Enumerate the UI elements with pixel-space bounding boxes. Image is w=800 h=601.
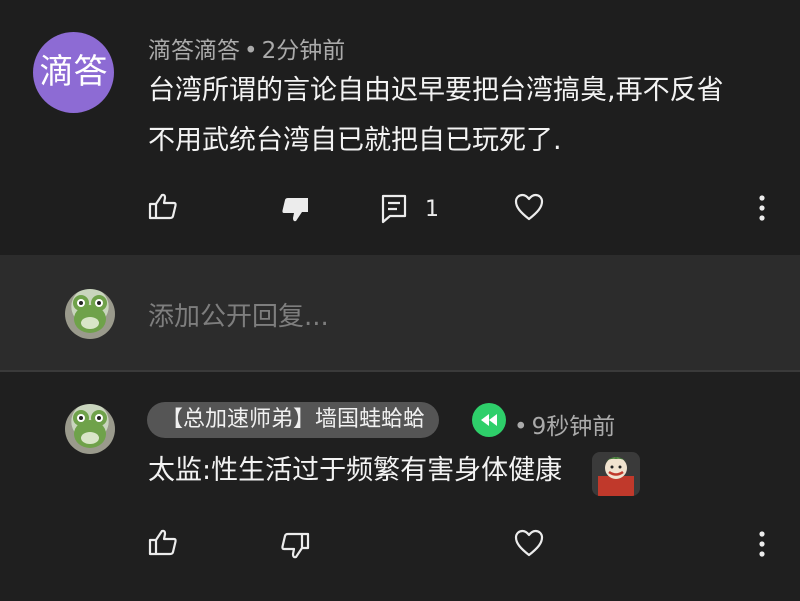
kebab-menu-icon (759, 531, 765, 557)
comment-meta: • 9秒钟前 (510, 407, 615, 441)
comment-meta: 滴答滴答 • 2分钟前 (148, 31, 345, 65)
dislike-button[interactable] (280, 196, 310, 224)
avatar[interactable]: 滴答 (33, 32, 114, 113)
reply-count: 1 (425, 196, 439, 222)
joker-emoji (592, 452, 640, 496)
meta-separator: • (244, 38, 258, 64)
comment-icon (381, 194, 407, 224)
more-options-button[interactable] (757, 530, 767, 558)
author-tag[interactable]: 【总加速师弟】墙国蛙蛤蛤 (147, 402, 440, 438)
dislike-button[interactable] (280, 532, 310, 560)
timestamp: 9秒钟前 (531, 414, 616, 440)
reply-comment: 【总加速师弟】墙国蛙蛤蛤 • 9秒钟前 太监:性生活过于频繁有害身体健康 (0, 372, 800, 601)
thumbs-up-icon (148, 193, 177, 220)
joker-emoji-icon (592, 452, 640, 496)
comment-line: 不用武统台湾自已就把自已玩死了. (148, 125, 562, 156)
heart-button[interactable] (514, 193, 544, 221)
rewind-icon (481, 414, 497, 426)
like-button[interactable] (148, 528, 178, 556)
commenter-avatar[interactable] (65, 404, 115, 454)
reply-input[interactable]: 添加公开回复... (148, 296, 329, 333)
comment-line: 台湾所谓的言论自由迟早要把台湾搞臭,再不反省 (148, 75, 724, 106)
kebab-menu-icon (759, 195, 765, 221)
heart-icon (514, 529, 544, 557)
comment-text: 太监:性生活过于频繁有害身体健康 (148, 455, 563, 486)
user-avatar (65, 289, 115, 339)
frog-avatar-icon (73, 410, 107, 448)
thumbs-up-icon (148, 529, 177, 556)
member-badge (472, 403, 506, 437)
comment-text: 台湾所谓的言论自由迟早要把台湾搞臭,再不反省 不用武统台湾自已就把自已玩死了. (148, 66, 724, 166)
add-reply-row: 添加公开回复... (0, 255, 800, 372)
thumbs-down-filled-icon (282, 198, 308, 222)
timestamp: 2分钟前 (261, 38, 346, 64)
comment-thread: 滴答 滴答滴答 • 2分钟前 台湾所谓的言论自由迟早要把台湾搞臭,再不反省 不用武统… (0, 0, 800, 255)
more-options-button[interactable] (757, 194, 767, 222)
like-button[interactable] (148, 192, 178, 220)
heart-button[interactable] (514, 529, 544, 557)
meta-separator: • (514, 414, 528, 440)
reply-button[interactable]: 1 (381, 194, 439, 224)
thumbs-down-icon (281, 532, 310, 559)
author-name[interactable]: 滴答滴答 (148, 38, 240, 64)
frog-avatar-icon (73, 295, 107, 333)
heart-icon (514, 193, 544, 221)
